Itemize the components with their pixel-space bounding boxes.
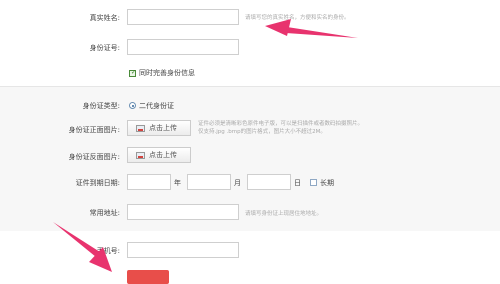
expiry-label: 证件到期日期: bbox=[75, 179, 120, 187]
image-icon bbox=[136, 152, 145, 159]
id-number-input[interactable] bbox=[127, 39, 239, 55]
phone-input[interactable] bbox=[127, 242, 239, 258]
sync-id-info-label: 同时完善身份信息 bbox=[139, 69, 195, 77]
expiry-day-input[interactable] bbox=[247, 174, 291, 190]
id-front-label: 身份证正面图片: bbox=[68, 126, 120, 134]
id-back-label: 身份证反面图片: bbox=[68, 153, 120, 161]
address-hint: 请填写身份证上现居住地地址。 bbox=[245, 211, 323, 217]
real-name-input[interactable] bbox=[127, 9, 239, 25]
id-type-label: 身份证类型: bbox=[82, 102, 120, 110]
id-number-label: 身份证号: bbox=[89, 44, 120, 52]
id-type-radio[interactable] bbox=[129, 102, 136, 109]
expiry-day-unit: 日 bbox=[294, 179, 301, 187]
id-front-hint-line1: 证件必须是清晰彩色原件电子版，可以是扫描件或者数码拍摄照片。 bbox=[198, 121, 364, 127]
expiry-month-input[interactable] bbox=[187, 174, 231, 190]
check-icon: ✓ bbox=[131, 69, 137, 76]
real-name-label: 真实姓名: bbox=[89, 14, 120, 22]
id-back-upload-button[interactable]: 点击上传 bbox=[127, 147, 191, 163]
expiry-year-unit: 年 bbox=[174, 179, 181, 187]
phone-label: 手机号: bbox=[96, 247, 120, 255]
id-type-value: 二代身份证 bbox=[139, 102, 174, 110]
sync-id-info-checkbox[interactable]: ✓ bbox=[129, 69, 137, 77]
submit-button[interactable] bbox=[127, 270, 169, 284]
real-name-hint: 请填写您的真实姓名，方便和实名的身份。 bbox=[245, 15, 350, 21]
expiry-year-input[interactable] bbox=[127, 174, 171, 190]
image-icon bbox=[136, 125, 145, 132]
expiry-month-unit: 月 bbox=[234, 179, 241, 187]
address-label: 常用地址: bbox=[89, 209, 120, 217]
long-term-label: 长期 bbox=[320, 179, 334, 187]
long-term-checkbox[interactable] bbox=[310, 179, 317, 186]
address-input[interactable] bbox=[127, 204, 239, 220]
id-front-hint-line2: 仅支持.jpg .bmp的图片格式，图片大小不超过2M。 bbox=[198, 129, 326, 135]
id-front-upload-button[interactable]: 点击上传 bbox=[127, 120, 191, 136]
